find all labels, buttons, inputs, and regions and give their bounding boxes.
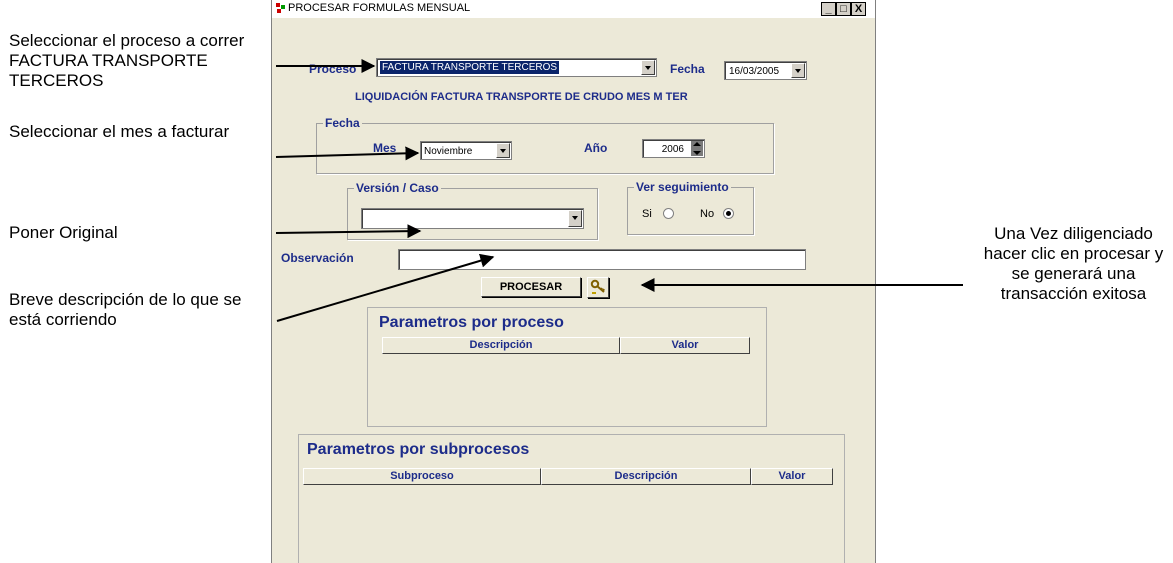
procesar-button[interactable]: PROCESAR	[481, 277, 581, 297]
fecha-value: 16/03/2005	[729, 66, 780, 77]
parametros-subprocesos-panel: Parametros por subprocesos Subproceso De…	[298, 434, 845, 563]
column-header-valor[interactable]: Valor	[620, 337, 750, 354]
annotation-proceso: Seleccionar el proceso a correr FACTURA …	[9, 31, 245, 90]
si-radio[interactable]	[663, 208, 674, 219]
close-button[interactable]: X	[851, 2, 866, 16]
observacion-label: Observación	[281, 251, 354, 265]
column-header-valor[interactable]: Valor	[751, 468, 833, 485]
proceso-label: Proceso	[309, 62, 357, 76]
proceso-value: FACTURA TRANSPORTE TERCEROS	[380, 61, 560, 74]
version-group-label: Versión / Caso	[354, 181, 441, 195]
annotation-procesar: Una Vez diligenciado hacer clic en proce…	[983, 224, 1164, 303]
column-header-subproceso[interactable]: Subproceso	[303, 468, 541, 485]
fecha-select[interactable]: 16/03/2005	[724, 61, 807, 80]
anio-value: 2006	[661, 144, 684, 155]
fecha-group-label: Fecha	[323, 116, 362, 130]
fecha-label: Fecha	[670, 62, 705, 76]
key-icon-button[interactable]	[587, 277, 609, 298]
parametros-subprocesos-title: Parametros por subprocesos	[307, 441, 530, 458]
no-label: No	[700, 208, 715, 220]
anio-input[interactable]: 2006	[642, 139, 705, 158]
minimize-button[interactable]: _	[821, 2, 836, 16]
chevron-down-icon[interactable]	[791, 63, 805, 78]
chevron-down-icon[interactable]	[641, 60, 655, 75]
spinner-down-icon[interactable]	[693, 151, 701, 155]
app-icon	[276, 3, 285, 13]
column-header-descripcion[interactable]: Descripción	[541, 468, 751, 485]
maximize-button[interactable]: □	[836, 2, 851, 16]
title-bar: PROCESAR FORMULAS MENSUAL _ □ X	[272, 0, 875, 18]
seguimiento-group-label: Ver seguimiento	[634, 180, 731, 194]
mes-value: Noviembre	[424, 146, 473, 157]
parametros-proceso-title: Parametros por proceso	[379, 314, 564, 331]
annotation-descripcion: Breve descripción de lo que se está corr…	[9, 290, 242, 329]
anio-spinner[interactable]	[691, 141, 703, 156]
proceso-select[interactable]: FACTURA TRANSPORTE TERCEROS	[376, 58, 657, 77]
parametros-proceso-panel: Parametros por proceso Descripción Valor	[367, 307, 767, 427]
window-title: PROCESAR FORMULAS MENSUAL	[288, 2, 471, 14]
observacion-input[interactable]	[398, 249, 806, 270]
annotation-original: Poner Original	[9, 223, 118, 242]
si-label: Si	[642, 208, 652, 220]
mes-select[interactable]: Noviembre	[420, 141, 512, 160]
procesar-formulas-window: PROCESAR FORMULAS MENSUAL _ □ X Proceso …	[271, 0, 876, 563]
annotation-mes: Seleccionar el mes a facturar	[9, 122, 230, 141]
chevron-down-icon[interactable]	[496, 143, 510, 158]
column-header-descripcion[interactable]: Descripción	[382, 337, 620, 354]
anio-label: Año	[584, 141, 608, 155]
version-select[interactable]	[361, 208, 584, 229]
no-radio[interactable]	[723, 208, 734, 219]
liquidacion-text: LIQUIDACIÓN FACTURA TRANSPORTE DE CRUDO …	[355, 91, 688, 103]
chevron-down-icon[interactable]	[568, 210, 582, 227]
mes-label: Mes	[373, 141, 397, 155]
spinner-up-icon[interactable]	[693, 142, 701, 146]
key-icon	[590, 279, 605, 294]
